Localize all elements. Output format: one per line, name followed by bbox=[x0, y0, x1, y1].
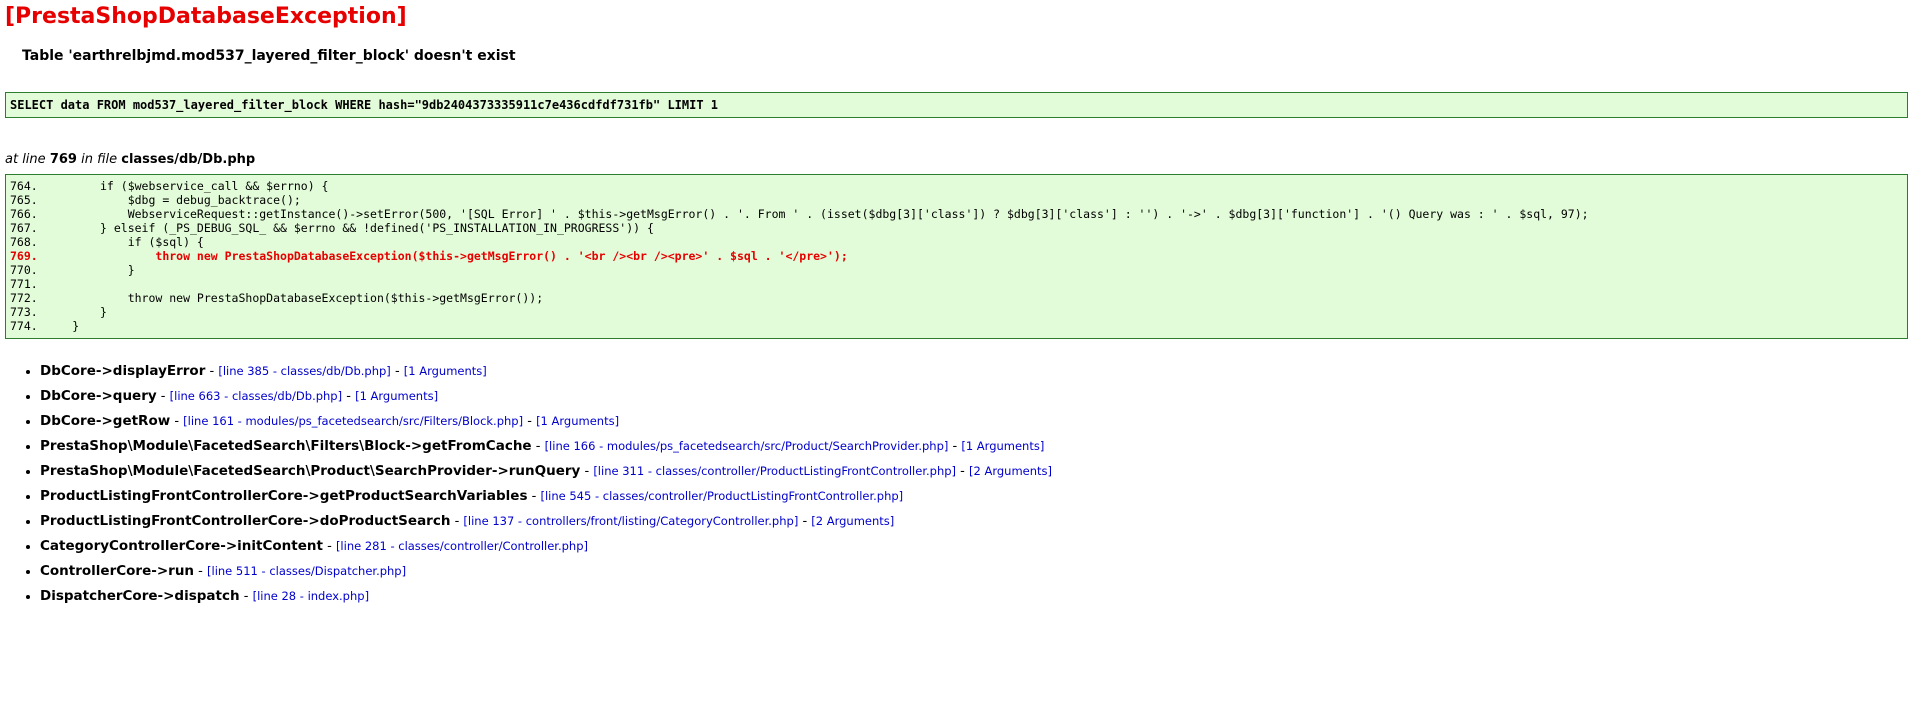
error-page: [PrestaShopDatabaseException] Table 'ear… bbox=[0, 0, 1913, 605]
trace-file-link[interactable]: [line 385 - classes/db/Db.php] bbox=[218, 364, 390, 378]
trace-function: ControllerCore->run bbox=[40, 563, 195, 579]
code-line-error: 769. throw new PrestaShopDatabaseExcepti… bbox=[10, 249, 848, 263]
trace-item: ProductListingFrontControllerCore->getPr… bbox=[40, 488, 1908, 505]
trace-item: CategoryControllerCore->initContent - [l… bbox=[40, 538, 1908, 555]
trace-function: CategoryControllerCore->initContent bbox=[40, 538, 323, 554]
trace-function: DbCore->displayError bbox=[40, 363, 206, 379]
error-message: Table 'earthrelbjmd.mod537_layered_filte… bbox=[22, 48, 516, 64]
code-line: 772. throw new PrestaShopDatabaseExcepti… bbox=[10, 291, 544, 305]
trace-function: DbCore->query bbox=[40, 388, 157, 404]
trace-file-link[interactable]: [line 663 - classes/db/Db.php] bbox=[170, 389, 342, 403]
trace-function: DispatcherCore->dispatch bbox=[40, 588, 240, 604]
location-file: classes/db/Db.php bbox=[121, 152, 256, 167]
trace-item: DbCore->query - [line 663 - classes/db/D… bbox=[40, 388, 1908, 405]
trace-arguments-link[interactable]: [2 Arguments] bbox=[969, 464, 1052, 478]
trace-function: PrestaShop\Module\FacetedSearch\Product\… bbox=[40, 463, 581, 479]
trace-file-link[interactable]: [line 28 - index.php] bbox=[253, 589, 369, 603]
stack-trace: DbCore->displayError - [line 385 - class… bbox=[5, 363, 1908, 605]
trace-file-link[interactable]: [line 311 - classes/controller/ProductLi… bbox=[593, 464, 956, 478]
trace-function: ProductListingFrontControllerCore->getPr… bbox=[40, 488, 528, 504]
trace-file-link[interactable]: [line 511 - classes/Dispatcher.php] bbox=[207, 564, 406, 578]
trace-arguments-link[interactable]: [1 Arguments] bbox=[961, 439, 1044, 453]
trace-file-link[interactable]: [line 166 - modules/ps_facetedsearch/src… bbox=[545, 439, 949, 453]
code-line: 767. } elseif (_PS_DEBUG_SQL_ && $errno … bbox=[10, 221, 654, 235]
error-location: at line 769 in file classes/db/Db.php bbox=[5, 152, 1908, 167]
code-line: 774. } bbox=[10, 319, 80, 333]
trace-item: ControllerCore->run - [line 511 - classe… bbox=[40, 563, 1908, 580]
trace-function: ProductListingFrontControllerCore->doPro… bbox=[40, 513, 451, 529]
code-line: 773. } bbox=[10, 305, 107, 319]
trace-file-link[interactable]: [line 545 - classes/controller/ProductLi… bbox=[540, 489, 903, 503]
trace-function: DbCore->getRow bbox=[40, 413, 171, 429]
trace-item: DbCore->getRow - [line 161 - modules/ps_… bbox=[40, 413, 1908, 430]
trace-item: PrestaShop\Module\FacetedSearch\Filters\… bbox=[40, 438, 1908, 455]
trace-arguments-link[interactable]: [2 Arguments] bbox=[811, 514, 894, 528]
location-prefix: at line bbox=[5, 152, 46, 167]
trace-file-link[interactable]: [line 281 - classes/controller/Controlle… bbox=[336, 539, 588, 553]
code-line: 764. if ($webservice_call && $errno) { bbox=[10, 179, 329, 193]
trace-item: DbCore->displayError - [line 385 - class… bbox=[40, 363, 1908, 380]
code-line: 766. WebserviceRequest::getInstance()->s… bbox=[10, 207, 1589, 221]
trace-item: PrestaShop\Module\FacetedSearch\Product\… bbox=[40, 463, 1908, 480]
code-line: 768. if ($sql) { bbox=[10, 235, 204, 249]
trace-item: ProductListingFrontControllerCore->doPro… bbox=[40, 513, 1908, 530]
location-line: 769 bbox=[49, 152, 77, 167]
code-line: 765. $dbg = debug_backtrace(); bbox=[10, 193, 301, 207]
trace-arguments-link[interactable]: [1 Arguments] bbox=[536, 414, 619, 428]
code-excerpt: 764. if ($webservice_call && $errno) {76… bbox=[5, 174, 1908, 339]
code-line: 770. } bbox=[10, 263, 135, 277]
trace-arguments-link[interactable]: [1 Arguments] bbox=[355, 389, 438, 403]
trace-arguments-link[interactable]: [1 Arguments] bbox=[404, 364, 487, 378]
code-line: 771. bbox=[10, 277, 45, 291]
exception-title: [PrestaShopDatabaseException] bbox=[5, 4, 407, 29]
location-middle: in file bbox=[81, 152, 118, 167]
trace-function: PrestaShop\Module\FacetedSearch\Filters\… bbox=[40, 438, 532, 454]
trace-file-link[interactable]: [line 161 - modules/ps_facetedsearch/src… bbox=[183, 414, 523, 428]
sql-query-box: SELECT data FROM mod537_layered_filter_b… bbox=[5, 92, 1908, 118]
trace-file-link[interactable]: [line 137 - controllers/front/listing/Ca… bbox=[463, 514, 798, 528]
trace-item: DispatcherCore->dispatch - [line 28 - in… bbox=[40, 588, 1908, 605]
